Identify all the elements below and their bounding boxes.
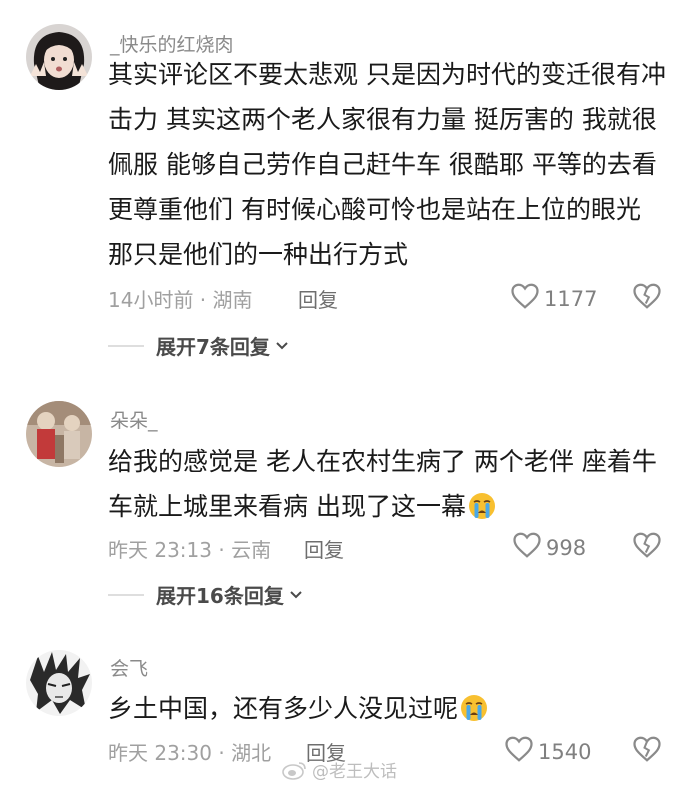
like-count: 1177 [544,286,598,311]
comment-item: _快乐的红烧肉 其实评论区不要太悲观 只是因为时代的变迁很有冲击力 其实这两个老… [0,0,690,380]
heart-outline-icon [510,282,540,315]
expand-replies-button[interactable]: 展开7条回复 [108,331,291,360]
like-count: 998 [546,535,587,560]
reply-button[interactable]: 回复 [298,284,338,313]
reply-button[interactable]: 回复 [304,534,344,563]
expand-replies-label: 展开7条回复 [156,335,270,359]
heart-outline-icon [504,735,534,768]
broken-heart-icon [633,736,661,762]
dislike-button[interactable] [632,282,662,314]
chevron-down-icon [290,590,302,598]
avatar[interactable] [26,401,92,467]
comment-meta: 昨天 23:30 · 湖北 [108,741,272,765]
watermark: @老王大话 [282,757,397,782]
crying-face-emoji-icon [468,489,496,534]
crying-face-emoji-icon [460,691,488,736]
divider [108,593,144,596]
comment-text: 其实评论区不要太悲观 只是因为时代的变迁很有冲击力 其实这两个老人家很有力量 挺… [108,60,666,269]
divider [108,344,144,347]
dislike-button[interactable] [632,735,662,767]
username[interactable]: 会飞 [110,654,148,681]
avatar[interactable] [26,650,92,716]
comment-meta: 昨天 23:13 · 云南 [108,538,272,562]
expand-replies-button[interactable]: 展开16条回复 [108,580,305,609]
weibo-logo-icon [282,761,306,780]
like-button[interactable]: 1177 [510,282,597,315]
broken-heart-icon [633,532,661,558]
heart-outline-icon [512,531,542,564]
username[interactable]: 朵朵_ [110,406,158,433]
comment-text: 乡土中国，还有多少人没见过呢 [108,686,668,736]
avatar[interactable] [26,24,92,90]
like-button[interactable]: 998 [512,531,586,564]
comment-item: 朵朵_ 给我的感觉是 老人在农村生病了 两个老伴 座着牛车就上城里来看病 出现了… [0,380,690,630]
dislike-button[interactable] [632,531,662,563]
like-count: 1540 [538,739,592,764]
comment-meta: 14小时前 · 湖南 [108,288,253,312]
like-button[interactable]: 1540 [504,735,591,768]
broken-heart-icon [633,283,661,309]
chevron-down-icon [276,341,288,349]
watermark-text: @老王大话 [312,762,397,782]
expand-replies-label: 展开16条回复 [156,584,284,608]
comment-text-content: 乡土中国，还有多少人没见过呢 [108,694,459,723]
comment-text: 给我的感觉是 老人在农村生病了 两个老伴 座着牛车就上城里来看病 出现了这一幕 [108,439,668,534]
comment-text-content: 给我的感觉是 老人在农村生病了 两个老伴 座着牛车就上城里来看病 出现了这一幕 [108,447,657,521]
